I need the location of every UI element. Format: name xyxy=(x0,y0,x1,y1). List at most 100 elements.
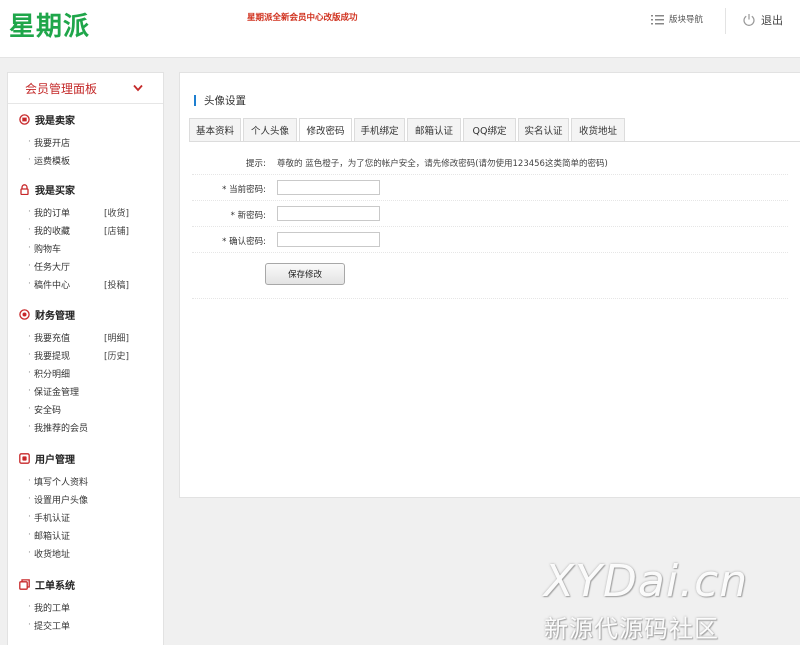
sidebar-item-label: 提交工单 xyxy=(34,621,71,632)
title-accent-bar xyxy=(194,95,196,106)
new-password-row: * 新密码: xyxy=(192,201,788,227)
sidebar-item-label: 积分明细 xyxy=(34,369,71,380)
announcement-text: 星期派全新会员中心改版成功 xyxy=(247,13,358,23)
sidebar-item-referrals[interactable]: · 我推荐的会员 xyxy=(28,418,163,436)
sidebar-item-label: 我要提现 xyxy=(34,351,71,362)
sidebar-item-email-verify[interactable]: · 邮箱认证 xyxy=(28,526,163,544)
logout-label: 退出 xyxy=(761,14,783,27)
logout-button[interactable]: 退出 xyxy=(742,12,783,28)
sidebar-group-title: 我是卖家 xyxy=(35,115,75,127)
sidebar-item-label: 填写个人资料 xyxy=(34,477,89,488)
sidebar-item-recharge[interactable]: · 我要充值 [明细] xyxy=(28,328,163,346)
sidebar-item-extra-link[interactable]: [历史] xyxy=(104,349,129,362)
panel-title: 头像设置 xyxy=(204,95,246,107)
new-password-input[interactable] xyxy=(277,206,380,221)
sidebar-item-withdraw[interactable]: · 我要提现 [历史] xyxy=(28,346,163,364)
sidebar-item-manuscripts[interactable]: · 稿件中心 [投稿] xyxy=(28,275,163,293)
sidebar-group-title: 财务管理 xyxy=(35,310,75,322)
sidebar-header[interactable]: 会员管理面板 xyxy=(8,73,163,104)
sidebar-item-address[interactable]: · 收货地址 xyxy=(28,544,163,562)
sidebar-item-label: 运费模板 xyxy=(34,156,71,167)
sidebar-item-task-hall[interactable]: · 任务大厅 xyxy=(28,257,163,275)
sidebar-item-label: 设置用户头像 xyxy=(34,495,89,506)
header-divider xyxy=(725,8,726,34)
tab-qq-binding[interactable]: QQ绑定 xyxy=(463,118,516,142)
tab-basic-info[interactable]: 基本资料 xyxy=(189,118,241,142)
tab-underline xyxy=(189,141,800,142)
sidebar-item-my-orders[interactable]: · 我的订单 [收货] xyxy=(28,203,163,221)
sidebar-item-deposit[interactable]: · 保证金管理 xyxy=(28,382,163,400)
list-icon xyxy=(651,14,664,24)
site-logo[interactable]: 星期派 xyxy=(9,6,90,43)
sidebar-item-label: 我的订单 xyxy=(34,208,71,219)
sidebar-item-points[interactable]: · 积分明细 xyxy=(28,364,163,382)
sidebar-item-label: 我要充值 xyxy=(34,333,71,344)
settings-panel: 头像设置 基本资料 个人头像 修改密码 手机绑定 邮箱认证 QQ绑定 实名认证 … xyxy=(179,72,800,498)
sidebar-item-security-code[interactable]: · 安全码 xyxy=(28,400,163,418)
current-password-input[interactable] xyxy=(277,180,380,195)
tab-shipping-address[interactable]: 收货地址 xyxy=(571,118,625,142)
tab-email-verify[interactable]: 邮箱认证 xyxy=(407,118,461,142)
section-nav-label: 版块导航 xyxy=(669,15,704,25)
tab-real-name[interactable]: 实名认证 xyxy=(518,118,569,142)
sidebar-item-my-tickets[interactable]: · 我的工单 xyxy=(28,598,163,616)
settings-tabs: 基本资料 个人头像 修改密码 手机绑定 邮箱认证 QQ绑定 实名认证 收货地址 xyxy=(189,118,627,142)
sidebar-group-seller: 我是卖家 · 我要开店 · 运费模板 xyxy=(8,111,163,169)
sidebar-item-label: 任务大厅 xyxy=(34,262,71,273)
user-icon xyxy=(19,452,30,464)
sidebar-group-finance: 财务管理 · 我要充值 [明细] · 我要提现 [历史] · 积分明细 · 保证金管理 · 安… xyxy=(8,306,163,436)
sidebar-item-phone-verify[interactable]: · 手机认证 xyxy=(28,508,163,526)
sidebar-item-extra-link[interactable]: [收货] xyxy=(104,206,129,219)
sidebar-item-my-favorites[interactable]: · 我的收藏 [店铺] xyxy=(28,221,163,239)
current-password-label: * 当前密码: xyxy=(222,185,266,195)
sidebar-item-label: 我的工单 xyxy=(34,603,71,614)
sidebar-group-title: 我是买家 xyxy=(35,185,75,197)
sidebar-item-cart[interactable]: · 购物车 xyxy=(28,239,163,257)
section-nav-link[interactable]: 版块导航 xyxy=(651,13,703,25)
sidebar-item-label: 保证金管理 xyxy=(34,387,80,398)
tab-phone-binding[interactable]: 手机绑定 xyxy=(354,118,405,142)
sidebar-item-label: 收货地址 xyxy=(34,549,71,560)
current-password-row: * 当前密码: xyxy=(192,175,788,201)
sidebar-item-avatar[interactable]: · 设置用户头像 xyxy=(28,490,163,508)
watermark-caption: 新源代源码社区 xyxy=(544,615,719,643)
confirm-password-row: * 确认密码: xyxy=(192,227,788,253)
sidebar-item-extra-link[interactable]: [店铺] xyxy=(104,224,129,237)
button-row xyxy=(192,253,788,299)
ticket-icon xyxy=(19,578,30,590)
sidebar-group-title: 用户管理 xyxy=(35,454,75,466)
sidebar-item-open-shop[interactable]: · 我要开店 xyxy=(28,133,163,151)
chevron-down-icon xyxy=(133,84,143,92)
tab-avatar[interactable]: 个人头像 xyxy=(243,118,297,142)
sidebar-group-user: 用户管理 · 填写个人资料 · 设置用户头像 · 手机认证 · 邮箱认证 · 收货地址 xyxy=(8,450,163,562)
finance-icon xyxy=(19,308,30,320)
watermark-domain: XYDai.cn xyxy=(544,556,749,607)
sidebar-item-profile[interactable]: · 填写个人资料 xyxy=(28,472,163,490)
sidebar-item-submit-ticket[interactable]: · 提交工单 xyxy=(28,616,163,634)
tip-text: 尊敬的 蓝色橙子，为了您的帐户安全，请先修改密码(请勿使用123456这类简单的… xyxy=(277,159,608,169)
lock-icon xyxy=(20,183,29,195)
sidebar-item-extra-link[interactable]: [明细] xyxy=(104,331,129,344)
power-icon xyxy=(743,14,755,26)
sidebar-item-shipping-template[interactable]: · 运费模板 xyxy=(28,151,163,169)
sidebar-item-label: 安全码 xyxy=(34,405,62,416)
sidebar-item-extra-link[interactable]: [投稿] xyxy=(104,278,129,291)
tab-change-password[interactable]: 修改密码 xyxy=(299,118,352,142)
confirm-password-input[interactable] xyxy=(277,232,380,247)
sidebar-item-label: 稿件中心 xyxy=(34,280,71,291)
sidebar-group-title: 工单系统 xyxy=(35,580,75,592)
tip-row: 提示: 尊敬的 蓝色橙子，为了您的帐户安全，请先修改密码(请勿使用123456这… xyxy=(192,149,788,175)
sidebar-item-label: 手机认证 xyxy=(34,513,71,524)
top-header: 星期派 星期派全新会员中心改版成功 版块导航 退出 xyxy=(0,0,800,58)
sidebar-group-tickets: 工单系统 · 我的工单 · 提交工单 xyxy=(8,576,163,634)
new-password-label: * 新密码: xyxy=(230,211,266,221)
sidebar-item-label: 邮箱认证 xyxy=(34,531,71,542)
sidebar-item-label: 我推荐的会员 xyxy=(34,423,89,434)
sidebar-group-buyer: 我是买家 · 我的订单 [收货] · 我的收藏 [店铺] · 购物车 · 任务大厅 · 稿件中… xyxy=(8,181,163,293)
sidebar-title: 会员管理面板 xyxy=(25,81,98,96)
sidebar-item-label: 购物车 xyxy=(34,244,62,255)
sidebar-item-label: 我的收藏 xyxy=(34,226,71,237)
sidebar-item-label: 我要开店 xyxy=(34,138,71,149)
confirm-password-label: * 确认密码: xyxy=(222,237,266,247)
seller-icon xyxy=(19,113,30,125)
